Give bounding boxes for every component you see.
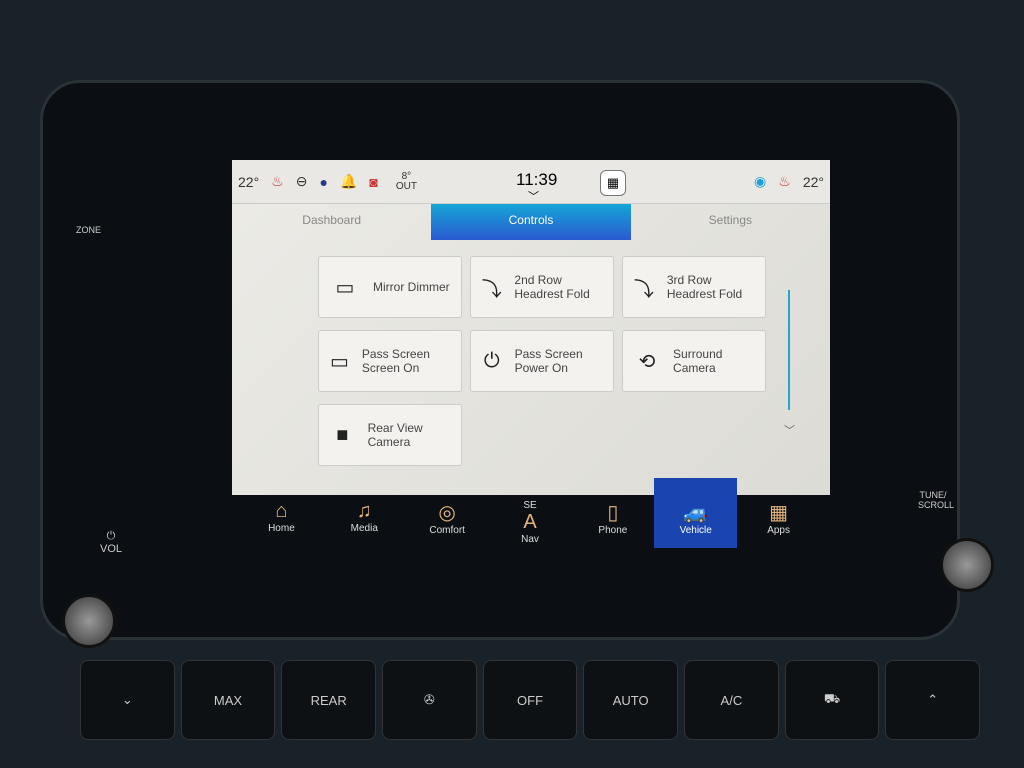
climate-button-label: AUTO xyxy=(612,692,649,708)
nav-label: Vehicle xyxy=(679,525,712,536)
steering-heat-icon[interactable]: ⊖ xyxy=(296,173,308,190)
nav-label: Apps xyxy=(767,525,790,536)
vehicle-icon: 🚙 xyxy=(683,502,709,524)
climate-button[interactable]: ✇ xyxy=(382,660,477,740)
nav-apps[interactable]: ▦ Apps xyxy=(737,478,820,548)
screen: 22° ♨ ⊖ ● 🔔 ◙ 8° OUT ◉ ♨ 22° 11:39 ﹀ ▦ Da… xyxy=(232,160,830,495)
vol-text: VOL xyxy=(100,543,123,555)
bottom-nav: ⌂ Home ♫ Media ◎ Comfort SE A Nav ▯ Phone 🚙 Vehicle ▦… xyxy=(240,478,820,548)
card-label: 2nd Row Headrest Fold xyxy=(514,273,590,301)
climate-button[interactable]: ⌃ xyxy=(885,660,981,740)
climate-button-label: REAR xyxy=(310,692,347,708)
power-icon: ⏻ xyxy=(106,530,116,542)
apps-icon: ▦ xyxy=(769,502,789,524)
climate-button-label: OFF xyxy=(517,692,544,708)
fan-icon: ✇ xyxy=(423,692,435,707)
climate-button-label: A/C xyxy=(720,692,743,708)
bell-icon[interactable]: 🔔 xyxy=(340,173,357,190)
climate-controls: ⌄ MAX REAR ✇ OFF AUTO A/C ⛟ ⌃ xyxy=(80,660,981,740)
alexa-icon[interactable]: ◉ xyxy=(754,173,766,190)
media-icon: ♫ xyxy=(356,500,372,522)
nav-label: Nav xyxy=(521,534,539,545)
seat-heat-icon[interactable]: ♨ xyxy=(271,173,284,190)
volume-knob[interactable] xyxy=(62,594,116,648)
control-card[interactable]: ⏻ Pass Screen Power On xyxy=(470,330,614,392)
volume-label[interactable]: ⏻ VOL xyxy=(100,530,122,555)
control-card[interactable]: ⤵ 3rd Row Headrest Fold xyxy=(622,256,766,318)
headrest-fold-icon: ⤵ xyxy=(481,278,502,301)
control-card[interactable]: ▭ Mirror Dimmer xyxy=(318,256,462,318)
climate-button[interactable]: ⌄ xyxy=(80,660,175,740)
controls-grid: ▭ Mirror Dimmer ⤵ 2nd Row Headrest Fold ⤵ 3rd… xyxy=(318,256,766,466)
nav-phone[interactable]: ▯ Phone xyxy=(571,478,654,548)
control-card[interactable]: ■ Rear View Camera xyxy=(318,404,462,466)
recirc-icon: ⛟ xyxy=(823,691,841,706)
clock: 11:39 xyxy=(516,170,558,189)
tab-controls[interactable]: Controls xyxy=(431,204,631,240)
outside-temp: 8° OUT xyxy=(395,170,417,192)
screen-icon: ▭ xyxy=(330,350,349,373)
nav-label: Home xyxy=(268,523,295,534)
tab-settings[interactable]: Settings xyxy=(631,204,830,240)
climate-button[interactable]: REAR xyxy=(281,660,377,740)
headrest-fold-icon: ⤵ xyxy=(633,278,654,301)
climate-button[interactable]: AUTO xyxy=(583,660,679,740)
power-icon: ⏻ xyxy=(483,349,500,372)
heading: SE xyxy=(523,500,537,511)
wifi-icon[interactable]: ◙ xyxy=(369,174,377,190)
surround-camera-icon: ⟲ xyxy=(638,350,656,373)
nav-label: Phone xyxy=(598,525,628,536)
nav-nav[interactable]: SE A Nav xyxy=(489,478,572,548)
comfort-icon: ◎ xyxy=(438,502,456,524)
tab-dashboard[interactable]: Dashboard xyxy=(232,204,431,240)
phone-icon: ▯ xyxy=(607,502,619,524)
nav-label: Comfort xyxy=(429,525,465,536)
climate-button[interactable]: ⛟ xyxy=(784,660,880,740)
climate-button-label: ⌄ xyxy=(121,692,133,707)
control-card[interactable]: ▭ Pass Screen Screen On xyxy=(318,330,462,392)
home-icon: ⌂ xyxy=(275,500,288,522)
climate-button-label: MAX xyxy=(213,692,243,708)
tab-bar: Dashboard Controls Settings xyxy=(232,204,830,240)
tune-scroll-label: TUNE/ SCROLL xyxy=(918,490,955,510)
nav-icon: A xyxy=(523,511,537,533)
climate-button[interactable]: MAX xyxy=(180,660,276,740)
scrollbar[interactable] xyxy=(788,290,790,410)
card-label: Mirror Dimmer xyxy=(373,280,450,294)
nav-media[interactable]: ♫ Media xyxy=(323,478,406,548)
temp-left[interactable]: 22° xyxy=(238,174,259,190)
chevron-down-icon[interactable]: ﹀ xyxy=(784,422,795,438)
nav-label: Media xyxy=(350,523,378,534)
temp-right[interactable]: 22° xyxy=(803,174,824,190)
card-label: Pass Screen Power On xyxy=(514,347,583,375)
card-label: Rear View Camera xyxy=(367,421,423,449)
card-label: Surround Camera xyxy=(673,347,723,375)
chevron-down-icon[interactable]: ﹀ xyxy=(528,188,539,204)
control-card[interactable]: ⤵ 2nd Row Headrest Fold xyxy=(470,256,614,318)
quick-controls-button[interactable]: ▦ xyxy=(600,170,626,196)
tune-knob[interactable] xyxy=(940,538,994,592)
nav-vehicle[interactable]: 🚙 Vehicle xyxy=(654,478,738,548)
seat-vent-icon[interactable]: ♨ xyxy=(778,173,791,190)
card-label: Pass Screen Screen On xyxy=(361,347,430,375)
climate-button[interactable]: OFF xyxy=(482,660,578,740)
card-label: 3rd Row Headrest Fold xyxy=(666,273,743,301)
nav-home[interactable]: ⌂ Home xyxy=(240,478,323,548)
profile-icon[interactable]: ● xyxy=(319,174,327,190)
zone-label: ZONE xyxy=(76,225,102,235)
camera-icon: ■ xyxy=(336,423,349,446)
nav-comfort[interactable]: ◎ Comfort xyxy=(406,478,489,548)
mirror-dimmer-icon: ▭ xyxy=(335,276,355,299)
climate-button-label: ⌃ xyxy=(927,692,939,707)
control-card[interactable]: ⟲ Surround Camera xyxy=(622,330,766,392)
climate-button[interactable]: A/C xyxy=(684,660,779,740)
